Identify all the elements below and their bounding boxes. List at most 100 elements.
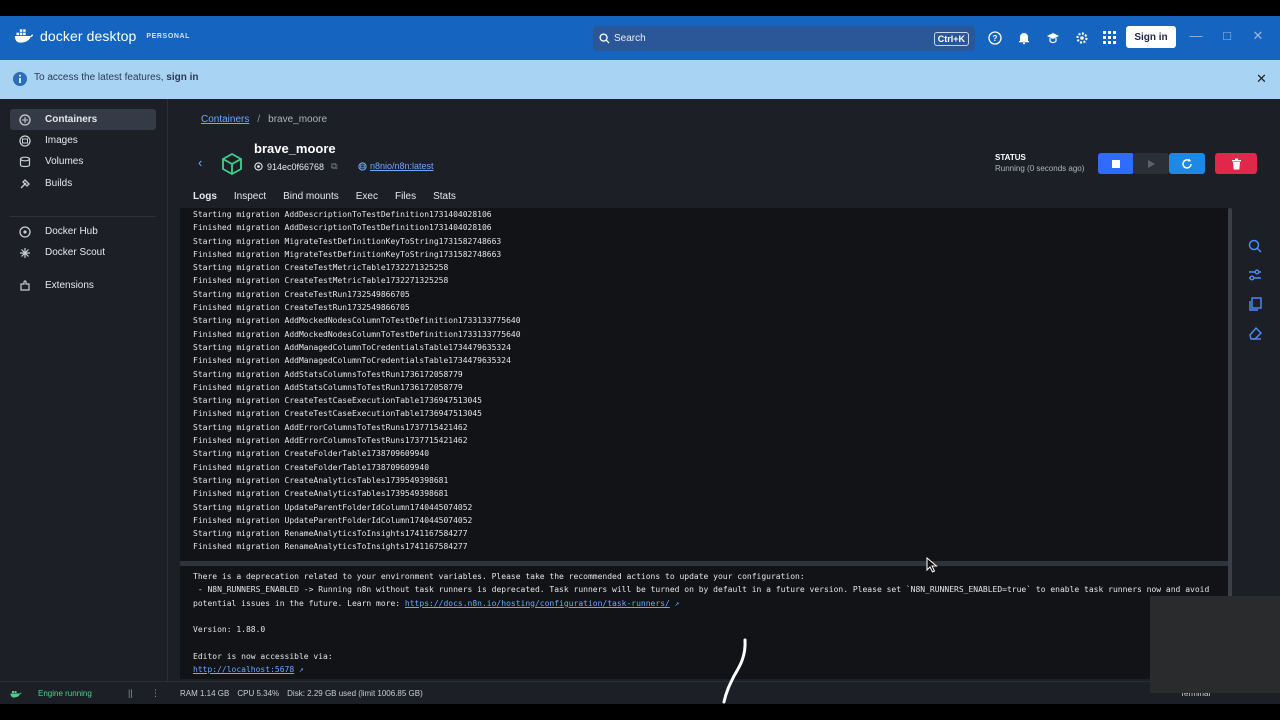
more-options-icon[interactable]: ⋮: [151, 688, 160, 699]
external-link-icon: ↗: [674, 598, 680, 608]
banner-sign-in-link[interactable]: sign in: [166, 72, 198, 83]
log-line: Starting migration CreateTestMetricTable…: [193, 263, 449, 273]
log-blank-line: [193, 610, 1223, 623]
breadcrumb-containers-link[interactable]: Containers: [201, 114, 249, 125]
start-button[interactable]: [1133, 153, 1169, 174]
log-line: Starting migration RenameAnalyticsToInsi…: [193, 529, 468, 539]
sidebar-item-containers[interactable]: Containers: [10, 109, 156, 130]
log-line: Finished migration CreateTestCaseExecuti…: [193, 409, 482, 419]
task-runners-docs-link[interactable]: https://docs.n8n.io/hosting/configuratio…: [405, 599, 670, 608]
breadcrumb-current: brave_moore: [268, 114, 328, 125]
sidebar-item-extensions[interactable]: Extensions: [10, 275, 156, 296]
status-label: STATUS: [995, 153, 1026, 162]
maximize-window-icon[interactable]: □: [1219, 28, 1235, 43]
sign-in-banner: To access the latest features, sign in ✕: [0, 60, 1280, 99]
log-line: Finished migration AddStatsColumnsToTest…: [193, 382, 463, 392]
tab-exec[interactable]: Exec: [356, 191, 378, 209]
clear-logs-eraser-icon[interactable]: [1247, 325, 1263, 341]
container-image-link[interactable]: n8nio/n8n:latest: [358, 161, 434, 171]
images-icon: [19, 134, 31, 147]
delete-button[interactable]: [1215, 153, 1257, 174]
info-icon: [13, 72, 27, 86]
search-placeholder: Search: [614, 33, 646, 44]
sidebar-item-docker-scout[interactable]: Docker Scout: [10, 242, 156, 263]
minimize-window-icon[interactable]: —: [1188, 28, 1204, 43]
disk-usage: Disk: 2.29 GB used (limit 1006.85 GB): [287, 689, 423, 698]
sidebar-item-volumes[interactable]: Volumes: [10, 151, 156, 172]
log-lines: Starting migration AddDescriptionToTestD…: [193, 208, 521, 554]
logs-scrollbar[interactable]: [1228, 208, 1232, 608]
log-line: Starting migration CreateFolderTable1738…: [193, 449, 430, 459]
containers-icon: [19, 113, 31, 126]
stop-button[interactable]: [1098, 153, 1134, 174]
pause-engine-icon[interactable]: ||: [128, 688, 133, 698]
sidebar-item-label: Volumes: [45, 156, 84, 167]
sidebar-item-builds[interactable]: Builds: [10, 173, 156, 194]
log-line: Finished migration AddErrorColumnsToTest…: [193, 436, 468, 446]
image-icon: [358, 161, 367, 171]
tab-bind-mounts[interactable]: Bind mounts: [283, 191, 339, 209]
container-name: brave_moore: [254, 141, 336, 156]
log-editor-link-line: http://localhost:5678 ↗: [193, 663, 1223, 676]
search-bar[interactable]: Search Ctrl+K: [593, 26, 975, 51]
filter-sliders-icon[interactable]: [1247, 267, 1263, 283]
docker-whale-icon: [14, 29, 34, 43]
docker-hub-icon: [19, 225, 31, 238]
search-icon: [599, 33, 610, 44]
banner-close-icon[interactable]: ✕: [1256, 71, 1267, 87]
tab-files[interactable]: Files: [395, 191, 416, 209]
logs-panel[interactable]: Starting migration AddDescriptionToTestD…: [180, 208, 1230, 679]
sidebar-item-docker-hub[interactable]: Docker Hub: [10, 221, 156, 242]
help-icon[interactable]: ?: [986, 29, 1003, 46]
extensions-icon: [20, 279, 30, 291]
docker-scout-icon: [20, 247, 30, 258]
status-value: Running (0 seconds ago): [995, 164, 1085, 173]
sidebar-item-label: Builds: [45, 178, 73, 189]
log-line: Starting migration UpdateParentFolderIdC…: [193, 502, 473, 512]
volumes-icon: [19, 156, 31, 167]
sidebar-divider: [10, 216, 156, 217]
log-line: Finished migration CreateAnalyticsTables…: [193, 489, 449, 499]
log-line: Finished migration RenameAnalyticsToInsi…: [193, 542, 468, 552]
log-messages: There is a deprecation related to your e…: [193, 570, 1223, 676]
learning-center-icon[interactable]: [1044, 29, 1061, 46]
sidebar-item-label: Docker Scout: [45, 247, 106, 258]
search-shortcut: Ctrl+K: [933, 31, 969, 46]
log-deprecation-line: There is a deprecation related to your e…: [193, 572, 805, 581]
extensions-grid-icon[interactable]: [1101, 29, 1118, 46]
log-line: Starting migration AddErrorColumnsToTest…: [193, 422, 468, 432]
tab-logs[interactable]: Logs: [190, 191, 220, 211]
banner-text: To access the latest features,: [34, 72, 167, 83]
container-id: 914ec0f66768 ⧉: [254, 161, 338, 172]
copy-icon[interactable]: ⧉: [331, 161, 337, 172]
back-chevron-icon[interactable]: ‹: [198, 155, 202, 170]
engine-status: Engine running: [10, 689, 92, 698]
copy-logs-icon[interactable]: [1247, 296, 1263, 312]
log-line: Starting migration CreateTestRun17325498…: [193, 289, 410, 299]
log-line: Starting migration AddManagedColumnToCre…: [193, 342, 511, 352]
tab-inspect[interactable]: Inspect: [234, 191, 266, 209]
log-line: Finished migration UpdateParentFolderIdC…: [193, 515, 473, 525]
breadcrumb-separator: /: [257, 114, 261, 125]
log-line: Finished migration AddManagedColumnToCre…: [193, 356, 511, 366]
cpu-usage: CPU 5.34%: [237, 689, 280, 698]
sign-in-button[interactable]: Sign in: [1126, 26, 1176, 48]
container-cube-icon: [222, 152, 242, 176]
log-line: Finished migration CreateTestMetricTable…: [193, 276, 449, 286]
log-divider: [180, 561, 1230, 566]
localhost-link[interactable]: http://localhost:5678: [193, 665, 294, 674]
log-line: Starting migration MigrateTestDefinition…: [193, 236, 502, 246]
log-version-line: Version: 1.88.0: [193, 625, 266, 635]
settings-gear-icon[interactable]: [1073, 29, 1090, 46]
search-icon[interactable]: [1247, 238, 1263, 254]
sidebar-item-label: Images: [45, 135, 78, 146]
restart-button[interactable]: [1169, 153, 1205, 174]
sidebar-item-images[interactable]: Images: [10, 130, 156, 151]
banner-message: To access the latest features, sign in: [34, 72, 199, 83]
docker-whale-icon: [10, 691, 22, 698]
status-bar: Engine running || ⋮ RAM 1.14 GB CPU 5.34%…: [0, 681, 1280, 704]
notifications-bell-icon[interactable]: [1015, 29, 1032, 46]
breadcrumb: Containers / brave_moore: [201, 114, 327, 125]
tab-stats[interactable]: Stats: [433, 191, 456, 209]
close-window-icon[interactable]: ✕: [1250, 28, 1266, 44]
